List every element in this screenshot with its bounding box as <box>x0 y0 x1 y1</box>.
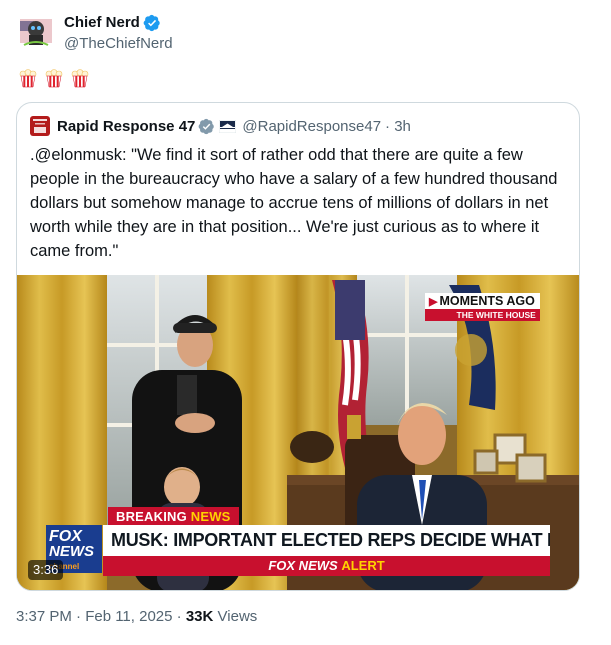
play-triangle-icon: ▶ <box>429 295 438 308</box>
tweet-text <box>18 68 90 88</box>
author-handle[interactable]: @TheChiefNerd <box>64 34 173 54</box>
quoted-tweet[interactable]: Rapid Response 47 @RapidResponse47 · 3h … <box>16 102 580 591</box>
popcorn-icon <box>45 69 63 88</box>
chyron-headline: MUSK: IMPORTANT ELECTED REPS DECIDE WHAT… <box>103 525 550 556</box>
breaking-news-banner: BREAKING NEWS <box>108 507 239 526</box>
verified-badge-icon <box>199 118 215 134</box>
views-count[interactable]: 33K <box>186 608 214 625</box>
moments-sub-label: THE WHITE HOUSE <box>425 309 540 321</box>
quoted-author-handle[interactable]: @RapidResponse47 <box>242 118 381 135</box>
tweet-timestamp[interactable]: 3:37 PM · Feb 11, 2025 <box>16 608 172 625</box>
breaking-label: BREAKING <box>116 509 187 524</box>
quoted-tweet-text: .@elonmusk: "We find it sort of rather o… <box>30 146 558 260</box>
verified-badge-icon <box>143 14 160 32</box>
author-name[interactable]: Chief Nerd <box>64 13 140 33</box>
quoted-tweet-time[interactable]: · 3h <box>385 118 411 135</box>
moments-ago-badge: ▶ MOMENTS AGO THE WHITE HOUSE <box>425 293 540 321</box>
breaking-news-word: NEWS <box>190 509 231 524</box>
alert-brand: FOX NEWS <box>268 558 338 573</box>
moments-label: MOMENTS AGO <box>439 294 535 308</box>
fox-news-alert-bar: FOX NEWS ALERT <box>103 556 550 576</box>
white-house-flag-icon <box>219 119 237 133</box>
alert-word: ALERT <box>341 558 385 573</box>
meta-separator: · <box>172 608 186 625</box>
author-avatar[interactable] <box>16 11 56 51</box>
logo-line-2: NEWS <box>49 543 94 560</box>
quoted-author-avatar[interactable] <box>30 116 50 136</box>
quoted-video[interactable]: ▶ MOMENTS AGO THE WHITE HOUSE BREAKING NE… <box>17 275 579 590</box>
video-duration-badge: 3:36 <box>28 560 64 580</box>
quoted-author-name[interactable]: Rapid Response 47 <box>57 118 195 135</box>
tweet-header: Chief Nerd @TheChiefNerd <box>16 11 173 54</box>
views-label: Views <box>217 608 258 625</box>
popcorn-icon <box>19 69 37 88</box>
quoted-tweet-header: Rapid Response 47 @RapidResponse47 · 3h <box>30 116 411 136</box>
logo-line-1: FOX <box>49 528 82 545</box>
tweet-meta: 3:37 PM · Feb 11, 2025 · 33K Views <box>16 608 257 625</box>
popcorn-icon <box>71 69 89 88</box>
